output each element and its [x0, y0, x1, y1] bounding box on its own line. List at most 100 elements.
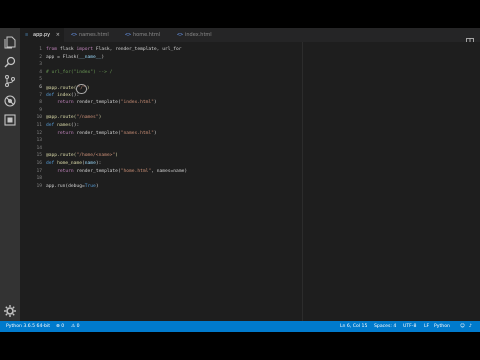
tab-index-html[interactable]: <> index.html — [172, 28, 222, 42]
code-token: @app.route( — [46, 153, 77, 159]
code-token: "/home/<name>" — [76, 153, 116, 159]
code-token: __name__ — [79, 54, 102, 60]
code-token: , names=name) — [151, 168, 188, 174]
code-line[interactable]: return render_template("index.html") — [46, 99, 187, 107]
code-token: app = Flask( — [46, 54, 80, 60]
smiley-icon[interactable]: ☺ — [460, 321, 465, 332]
line-number: 8 — [39, 100, 42, 106]
bell-icon[interactable]: ♪ — [469, 321, 472, 332]
line-number: 3 — [39, 62, 42, 68]
code-token: render_template( — [73, 100, 121, 106]
code-token: ) — [115, 153, 118, 159]
close-icon[interactable]: × — [56, 28, 60, 42]
tab-app-py[interactable]: ≡ app.py × — [20, 28, 64, 42]
line-number: 5 — [39, 77, 42, 83]
code-line[interactable]: def index(): — [46, 92, 187, 100]
encoding-setting[interactable]: UTF-8 — [403, 321, 416, 332]
errors-count[interactable]: ⊗ 0 — [56, 321, 64, 332]
split-editor-icon[interactable] — [466, 31, 474, 46]
code-token: "index.html" — [120, 100, 154, 106]
html-icon: <> — [177, 32, 184, 38]
code-line[interactable]: def home_name(name): — [46, 160, 187, 168]
code-line[interactable]: return render_template("names.html") — [46, 130, 187, 138]
debug-icon[interactable] — [3, 94, 17, 108]
code-token: return — [57, 130, 74, 136]
code-line[interactable]: app = Flask(__name__) — [46, 54, 187, 62]
code-token: @app.route( — [46, 115, 77, 121]
files-icon[interactable] — [3, 35, 17, 49]
code-token: flask — [57, 47, 77, 52]
code-token: app.run(debug= — [46, 183, 85, 189]
code-line[interactable]: def names(): — [46, 122, 187, 130]
code-token: (): — [70, 92, 80, 98]
code-token: (): — [70, 122, 80, 128]
code-token: ) — [153, 100, 157, 106]
extensions-icon[interactable] — [3, 113, 17, 127]
code-line[interactable] — [46, 175, 187, 183]
code-token: names — [54, 122, 71, 128]
tab-names-html[interactable]: <> names.html — [66, 28, 118, 42]
indentation-setting[interactable]: Spaces: 4 — [374, 321, 396, 332]
language-mode[interactable]: Python — [434, 321, 450, 332]
code-line[interactable] — [46, 145, 187, 153]
line-number: 10 — [36, 115, 42, 121]
line-number: 4 — [39, 69, 42, 75]
code-token: return — [57, 168, 74, 174]
cursor-position[interactable]: Ln 6, Col 15 — [340, 321, 367, 332]
gear-icon[interactable] — [3, 304, 17, 318]
code-line[interactable]: # url_for("index") --> / — [46, 69, 187, 77]
code-line[interactable]: @app.route("/home/<name>") — [46, 152, 187, 160]
line-number: 12 — [36, 130, 42, 136]
interpreter-selector[interactable]: Python 3.6.5 64-bit — [6, 321, 50, 332]
warnings-count[interactable]: ⚠ 0 — [71, 321, 80, 332]
code-line[interactable]: return render_template("home.html", name… — [46, 168, 187, 176]
code-token: name — [84, 160, 96, 166]
code-line[interactable]: @app.route("/names") — [46, 114, 187, 122]
code-token: "home.html" — [120, 168, 152, 174]
vscode-window: ≡ app.py × <> names.html <> home.html <> ind… — [0, 28, 480, 332]
line-number: 17 — [36, 168, 42, 174]
line-number: 9 — [39, 107, 42, 113]
eol-setting[interactable]: LF — [424, 321, 429, 332]
line-number-gutter: 1 2 3 4 5 6 7 8 9 10 11 12 13 14 15 16 17 18 19 — [20, 46, 44, 190]
line-number: 11 — [36, 122, 42, 128]
code-line[interactable] — [46, 107, 187, 115]
code-token: ): — [95, 160, 102, 166]
code-token: import — [76, 47, 94, 52]
line-number: 16 — [36, 160, 42, 166]
code-token: ) — [95, 183, 99, 189]
code-line[interactable]: app.run(debug=True) — [46, 183, 187, 191]
code-line[interactable] — [46, 61, 187, 69]
code-token: index — [54, 92, 71, 98]
code-line[interactable] — [46, 76, 187, 84]
code-line[interactable]: @app.route("/") — [46, 83, 187, 94]
ruler — [302, 42, 303, 321]
source-control-icon[interactable] — [3, 74, 17, 88]
line-number: 6 — [39, 84, 42, 90]
code-token: # url_for("index") --> / — [46, 69, 113, 75]
line-number: 19 — [36, 183, 42, 189]
html-icon: <> — [71, 32, 78, 38]
line-number: 7 — [39, 92, 42, 98]
py-icon: ≡ — [25, 32, 29, 38]
activity-bar — [0, 28, 20, 321]
code-token: "names.html" — [120, 130, 154, 136]
code-token: render_template( — [73, 130, 121, 136]
search-icon[interactable] — [3, 55, 17, 69]
code-line[interactable]: from flask import Flask, render_template… — [46, 46, 187, 54]
code-token: @app.route( — [46, 85, 77, 91]
code-line[interactable] — [46, 137, 187, 145]
code-token: ) — [101, 54, 105, 60]
code-token: from — [46, 47, 58, 52]
code-token: True — [84, 183, 96, 189]
code-lines[interactable]: from flask import Flask, render_template… — [46, 46, 187, 190]
code-token: ) — [98, 115, 102, 121]
code-token: Flask, render_template, url_for — [93, 47, 182, 52]
tab-bar: ≡ app.py × <> names.html <> home.html <> ind… — [20, 28, 480, 46]
line-number: 14 — [36, 145, 42, 151]
code-editor[interactable]: 1 2 3 4 5 6 7 8 9 10 11 12 13 14 15 16 17 18 19 from flask… — [20, 42, 480, 321]
tab-home-html[interactable]: <> home.html — [120, 28, 170, 42]
line-number: 2 — [39, 54, 42, 60]
